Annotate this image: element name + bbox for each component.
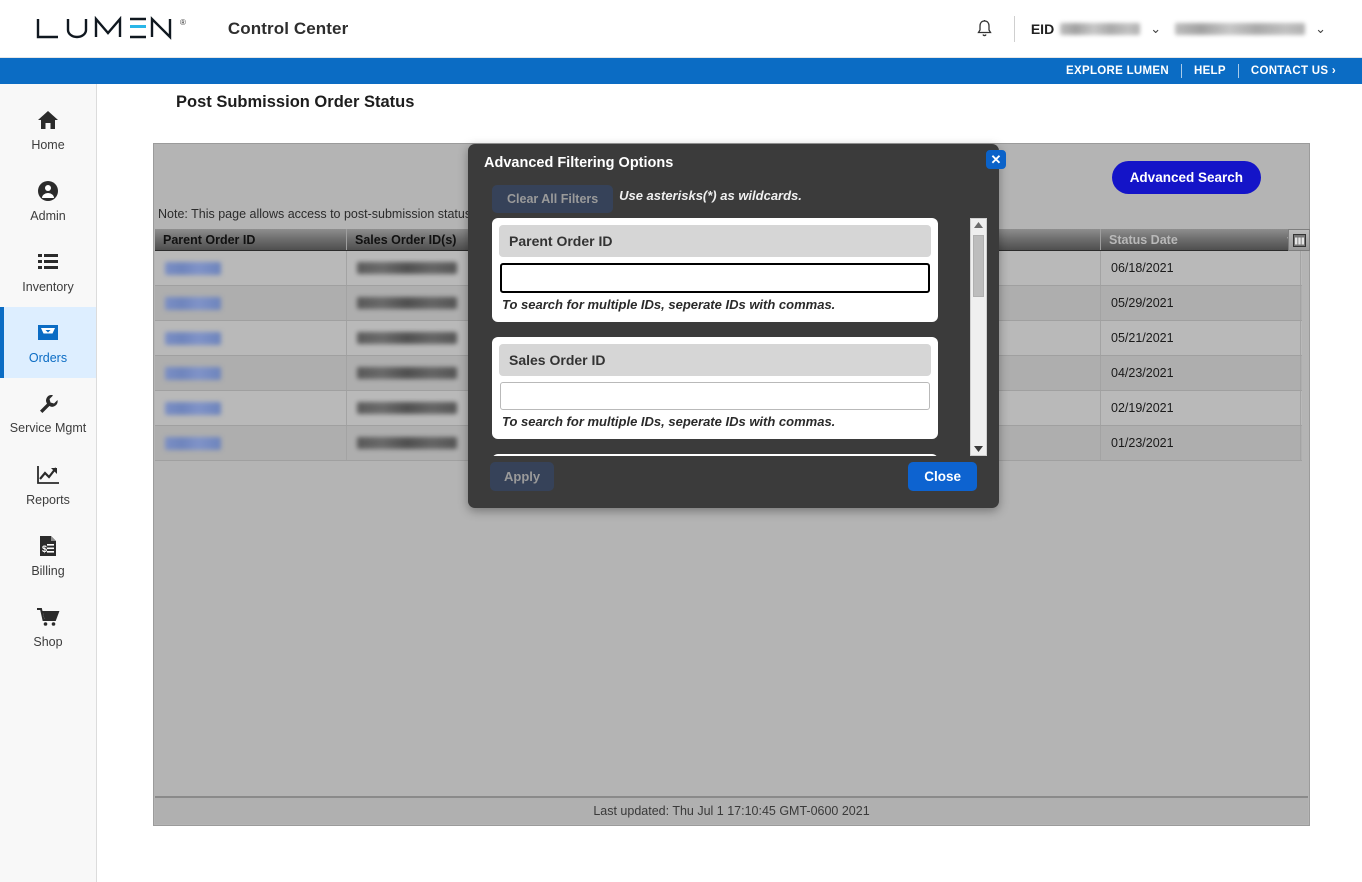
sales-order-id-redacted (357, 367, 457, 379)
header-right-cluster: EID ⌄ ⌄ (972, 15, 1340, 42)
filter-body: To search for multiple IDs, seperate IDs… (492, 257, 938, 322)
parent-order-id-link-redacted[interactable] (165, 366, 221, 380)
filter-card-parent-order-id: Parent Order ID To search for multiple I… (492, 218, 938, 322)
list-icon (37, 249, 59, 275)
cell-parent-order-id[interactable] (155, 391, 347, 425)
filter-hint: To search for multiple IDs, seperate IDs… (502, 297, 836, 312)
advanced-search-button[interactable]: Advanced Search (1111, 161, 1261, 194)
column-chooser-button[interactable] (1288, 229, 1310, 251)
shopping-cart-icon (36, 604, 60, 630)
advanced-filtering-modal: Advanced Filtering Options ✕ Clear All F… (468, 144, 1006, 508)
utility-nav-bar: EXPLORE LUMEN HELP CONTACT US › (0, 58, 1362, 84)
cell-status-date: 01/23/2021 (1101, 426, 1301, 460)
sidebar-item-label: Admin (30, 208, 66, 223)
eid-chevron-down-icon[interactable]: ⌄ (1150, 21, 1161, 37)
chart-trend-icon (36, 462, 60, 488)
cell-status-date: 05/21/2021 (1101, 321, 1301, 355)
filter-card-sales-order-id: Sales Order ID To search for multiple ID… (492, 337, 938, 439)
eid-value-redacted (1060, 22, 1141, 35)
nav-divider (1237, 64, 1239, 78)
cell-parent-order-id[interactable] (155, 426, 347, 460)
nav-link-help[interactable]: HELP (1182, 58, 1238, 84)
invoice-dollar-icon: $ (38, 533, 58, 559)
sidebar-item-label: Shop (33, 634, 63, 649)
parent-order-id-link-redacted[interactable] (165, 261, 221, 275)
top-header-bar: ® Control Center EID ⌄ ⌄ (0, 0, 1362, 58)
sales-order-id-redacted (357, 402, 457, 414)
account-name-redacted (1175, 22, 1306, 35)
parent-order-id-link-redacted[interactable] (165, 436, 221, 450)
columns-grid-icon (1292, 233, 1306, 247)
sales-order-id-redacted (357, 437, 457, 449)
column-header-status-date[interactable]: Status Date ▾ (1101, 229, 1301, 250)
parent-order-id-link-redacted[interactable] (165, 296, 221, 310)
filters-scroll-area: Parent Order ID To search for multiple I… (492, 218, 938, 456)
cell-parent-order-id[interactable] (155, 356, 347, 390)
cell-status-date: 05/29/2021 (1101, 286, 1301, 320)
column-header-parent-order-id[interactable]: Parent Order ID (155, 229, 347, 250)
sidebar-item-label: Inventory (22, 279, 74, 294)
cell-status-date: 04/23/2021 (1101, 356, 1301, 390)
sidebar-item-label: Orders (28, 350, 68, 365)
lumen-logo[interactable]: ® (34, 15, 186, 42)
sidebar-item-label: Reports (26, 492, 70, 507)
filter-label: Parent Order ID (499, 225, 931, 257)
close-button[interactable]: Close (908, 462, 977, 491)
lumen-wordmark (34, 15, 178, 42)
svg-text:$: $ (42, 544, 47, 554)
filter-hint: To search for multiple IDs, seperate IDs… (502, 414, 836, 429)
cell-parent-order-id[interactable] (155, 251, 347, 285)
wrench-icon (37, 391, 59, 417)
sales-order-id-input[interactable] (500, 382, 930, 410)
sales-order-id-redacted (357, 297, 457, 309)
parent-order-id-link-redacted[interactable] (165, 401, 221, 415)
left-sidebar: Home Admin Inventory Orders Service Mgmt… (0, 84, 97, 882)
sidebar-item-service-mgmt[interactable]: Service Mgmt (0, 378, 96, 449)
nav-link-explore-lumen[interactable]: EXPLORE LUMEN (1054, 58, 1181, 84)
scroll-up-arrow-icon[interactable] (971, 219, 986, 231)
modal-footer: Apply Close (468, 452, 999, 508)
sidebar-item-admin[interactable]: Admin (0, 165, 96, 236)
column-header-status-date-label: Status Date (1109, 232, 1178, 247)
sidebar-item-orders[interactable]: Orders (0, 307, 96, 378)
wildcard-hint: Use asterisks(*) as wildcards. (619, 188, 802, 203)
sidebar-item-label: Service Mgmt (9, 421, 87, 436)
sales-order-id-redacted (357, 332, 457, 344)
close-x-icon[interactable]: ✕ (986, 150, 1006, 169)
last-updated-footer: Last updated: Thu Jul 1 17:10:45 GMT-060… (155, 796, 1308, 824)
parent-order-id-link-redacted[interactable] (165, 331, 221, 345)
header-divider (1013, 15, 1015, 42)
cell-status-date: 06/18/2021 (1101, 251, 1301, 285)
sidebar-item-billing[interactable]: $ Billing (0, 520, 96, 591)
cell-parent-order-id[interactable] (155, 286, 347, 320)
home-icon (37, 107, 59, 133)
cell-status-date: 02/19/2021 (1101, 391, 1301, 425)
app-title: Control Center (227, 18, 349, 38)
sales-order-id-redacted (357, 262, 457, 274)
sidebar-item-label: Home (31, 137, 65, 152)
sidebar-item-shop[interactable]: Shop (0, 591, 96, 662)
inbox-icon (36, 320, 60, 346)
nav-divider (1180, 64, 1182, 78)
modal-title: Advanced Filtering Options (484, 155, 674, 171)
apply-button[interactable]: Apply (490, 462, 555, 491)
scrollbar-thumb[interactable] (973, 235, 984, 297)
page-title: Post Submission Order Status (176, 93, 415, 111)
registered-mark: ® (180, 17, 186, 27)
parent-order-id-input[interactable] (500, 263, 930, 293)
user-circle-icon (37, 178, 59, 204)
eid-label: EID (1030, 20, 1055, 37)
filter-label: Sales Order ID (499, 344, 931, 376)
sidebar-item-inventory[interactable]: Inventory (0, 236, 96, 307)
sidebar-item-reports[interactable]: Reports (0, 449, 96, 520)
nav-link-contact-us[interactable]: CONTACT US › (1239, 58, 1348, 84)
sidebar-item-home[interactable]: Home (0, 94, 96, 165)
cell-parent-order-id[interactable] (155, 321, 347, 355)
filter-body: To search for multiple IDs, seperate IDs… (492, 376, 938, 439)
account-chevron-down-icon[interactable]: ⌄ (1315, 21, 1326, 37)
sidebar-item-label: Billing (31, 563, 65, 578)
notification-bell-icon[interactable] (972, 16, 998, 42)
modal-scrollbar[interactable] (970, 218, 987, 456)
